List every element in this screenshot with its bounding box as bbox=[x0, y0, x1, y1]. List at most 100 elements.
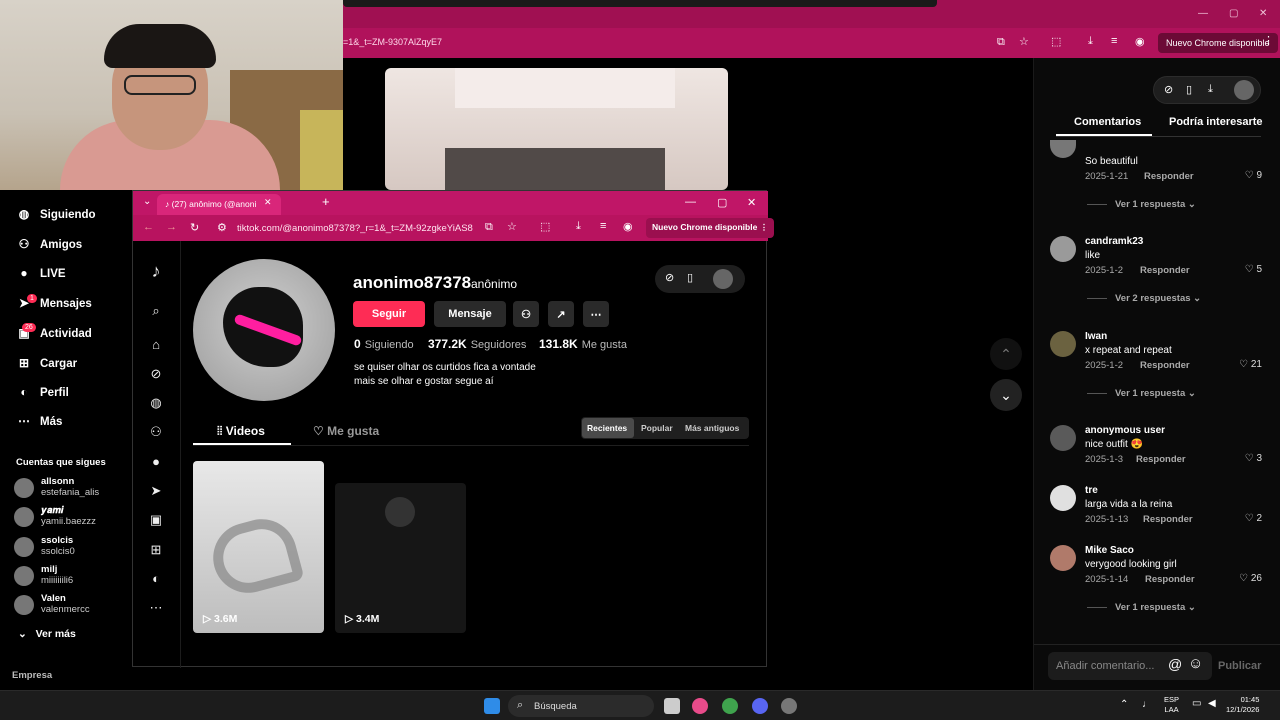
compass-icon[interactable]: ⊘ bbox=[1164, 83, 1173, 96]
scroll-up-button[interactable]: ⌃ bbox=[990, 338, 1022, 370]
more-icon[interactable]: ⋯ bbox=[145, 600, 167, 622]
download-icon[interactable]: ⤓ bbox=[576, 220, 581, 233]
maximize-icon[interactable]: ▢ bbox=[717, 196, 727, 209]
video-thumbnail[interactable]: ▷ 3.4M bbox=[335, 483, 466, 633]
avatar[interactable] bbox=[1050, 485, 1076, 511]
volume-icon[interactable]: ◀ bbox=[1208, 698, 1216, 709]
nav-more[interactable]: ⋯ Más bbox=[14, 414, 62, 434]
company-link[interactable]: Empresa bbox=[12, 670, 52, 681]
view-replies-button[interactable]: Ver 2 respuestas ⌄ bbox=[1087, 293, 1201, 304]
like-button[interactable]: ♡ 2 bbox=[1245, 513, 1262, 524]
like-button[interactable]: ♡ 5 bbox=[1245, 264, 1262, 275]
comment-user[interactable]: tre bbox=[1085, 485, 1098, 496]
nav-messages[interactable]: ➤ Mensajes bbox=[14, 296, 92, 316]
star-icon[interactable]: ☆ bbox=[1019, 35, 1029, 48]
minimize-icon[interactable]: — bbox=[1198, 8, 1208, 19]
share-button[interactable]: ↗ bbox=[548, 301, 574, 327]
minimize-icon[interactable]: — bbox=[685, 196, 696, 208]
back-icon[interactable]: ← bbox=[143, 221, 154, 233]
clock[interactable]: 01:45 12/1/2026 bbox=[1226, 695, 1259, 715]
following-stat[interactable]: 0 Siguiendo bbox=[354, 337, 414, 351]
live-icon[interactable]: ● bbox=[145, 454, 167, 476]
copilot-icon[interactable] bbox=[692, 698, 708, 714]
task-view-icon[interactable] bbox=[664, 698, 680, 714]
nav-following[interactable]: ◍ Siguiendo bbox=[14, 207, 96, 227]
like-button[interactable]: ♡ 21 bbox=[1239, 359, 1262, 370]
view-replies-button[interactable]: Ver 1 respuesta ⌄ bbox=[1087, 199, 1196, 210]
close-icon[interactable]: ✕ bbox=[1259, 8, 1267, 19]
mic-icon[interactable]: ♩ bbox=[1142, 699, 1152, 710]
chrome-icon[interactable] bbox=[722, 698, 738, 714]
sort-oldest[interactable]: Más antiguos bbox=[685, 423, 739, 433]
reply-button[interactable]: Responder bbox=[1144, 171, 1194, 182]
more-options-button[interactable]: ⋯ bbox=[583, 301, 609, 327]
cast-icon[interactable]: ⧉ bbox=[485, 221, 493, 234]
avatar[interactable] bbox=[1050, 331, 1076, 357]
avatar[interactable] bbox=[1050, 236, 1076, 262]
explore-icon[interactable]: ⊘ bbox=[145, 366, 167, 388]
reading-list-icon[interactable]: ≡ bbox=[600, 220, 606, 232]
cast-icon[interactable]: ⧉ bbox=[997, 36, 1005, 49]
messages-icon[interactable]: ➤ bbox=[145, 483, 167, 505]
tab-liked[interactable]: ♡ Me gusta bbox=[313, 424, 379, 438]
reading-list-icon[interactable]: ≡ bbox=[1111, 35, 1117, 47]
download-icon[interactable]: ⤓ bbox=[1208, 83, 1213, 96]
star-icon[interactable]: ☆ bbox=[507, 220, 517, 233]
add-friend-button[interactable]: ⚇ bbox=[513, 301, 539, 327]
close-icon[interactable]: ✕ bbox=[747, 196, 756, 209]
view-replies-button[interactable]: Ver 1 respuesta ⌄ bbox=[1087, 388, 1196, 399]
home-icon[interactable]: ⌂ bbox=[145, 337, 167, 359]
nav-upload[interactable]: ⊞ Cargar bbox=[14, 356, 77, 376]
avatar[interactable] bbox=[1050, 425, 1076, 451]
reply-button[interactable]: Responder bbox=[1143, 514, 1193, 525]
start-icon[interactable] bbox=[484, 698, 500, 714]
following-icon[interactable]: ◍ bbox=[145, 395, 167, 417]
reply-button[interactable]: Responder bbox=[1140, 265, 1190, 276]
scroll-down-button[interactable]: ⌄ bbox=[990, 379, 1022, 411]
phone-icon[interactable]: ▯ bbox=[1186, 83, 1192, 96]
tab-comments[interactable]: Comentarios bbox=[1074, 116, 1141, 128]
forward-icon[interactable]: → bbox=[166, 221, 177, 233]
search-icon[interactable]: ⌕ bbox=[145, 303, 167, 325]
language-indicator[interactable]: ESP LAA bbox=[1164, 695, 1179, 715]
profile-icon[interactable]: ◐ bbox=[145, 571, 167, 593]
kebab-menu-icon[interactable]: ⋮ bbox=[1263, 34, 1274, 47]
tab-videos[interactable]: ⦙⦙ Videos bbox=[217, 424, 265, 439]
follow-button[interactable]: Seguir bbox=[353, 301, 425, 327]
mention-icon[interactable]: @ bbox=[1168, 656, 1182, 672]
site-info-icon[interactable]: ⚙ bbox=[217, 221, 227, 234]
nav-live[interactable]: ● LIVE bbox=[14, 266, 65, 286]
profile-avatar[interactable] bbox=[193, 259, 335, 401]
comment-user[interactable]: anonymous user bbox=[1085, 425, 1165, 436]
avatar[interactable] bbox=[1050, 545, 1076, 571]
friends-icon[interactable]: ⚇ bbox=[145, 424, 167, 446]
phone-icon[interactable]: ▯ bbox=[687, 271, 693, 284]
upload-icon[interactable]: ⊞ bbox=[145, 542, 167, 564]
comment-user[interactable]: candramk23 bbox=[1085, 236, 1143, 247]
compass-icon[interactable]: ⊘ bbox=[665, 271, 674, 284]
profile-avatar-icon[interactable]: ◉ bbox=[623, 220, 633, 233]
close-tab-icon[interactable]: ✕ bbox=[264, 197, 272, 208]
chevron-up-icon[interactable]: ⌃ bbox=[1120, 699, 1128, 710]
new-tab-icon[interactable]: + bbox=[322, 194, 330, 209]
download-icon[interactable]: ⤓ bbox=[1088, 35, 1093, 48]
followers-stat[interactable]: 377.2K Seguidores bbox=[428, 337, 526, 351]
tiktok-logo-icon[interactable]: ♪ bbox=[145, 261, 167, 283]
reply-button[interactable]: Responder bbox=[1140, 360, 1190, 371]
sort-popular[interactable]: Popular bbox=[641, 423, 673, 433]
avatar[interactable] bbox=[713, 269, 733, 289]
view-replies-button[interactable]: Ver 1 respuesta ⌄ bbox=[1087, 602, 1196, 613]
maximize-icon[interactable]: ▢ bbox=[1229, 8, 1238, 19]
avatar[interactable] bbox=[1234, 80, 1254, 100]
address-bar[interactable]: tiktok.com/@anonimo87378?_r=1&_t=ZM-92zg… bbox=[237, 223, 473, 234]
like-button[interactable]: ♡ 26 bbox=[1239, 573, 1262, 584]
taskbar-search[interactable]: ⌕ Búsqueda bbox=[508, 695, 654, 717]
tab-may-interest[interactable]: Podría interesarte bbox=[1169, 116, 1263, 128]
reply-button[interactable]: Responder bbox=[1145, 574, 1195, 585]
background-tab-strip[interactable] bbox=[343, 0, 937, 7]
nav-profile[interactable]: ◐ Perfil bbox=[14, 385, 68, 405]
publish-button[interactable]: Publicar bbox=[1218, 660, 1261, 672]
extensions-icon[interactable]: ⬚ bbox=[1051, 35, 1061, 48]
emoji-icon[interactable]: ☺ bbox=[1188, 655, 1203, 672]
network-icon[interactable]: ▭ bbox=[1192, 698, 1201, 709]
